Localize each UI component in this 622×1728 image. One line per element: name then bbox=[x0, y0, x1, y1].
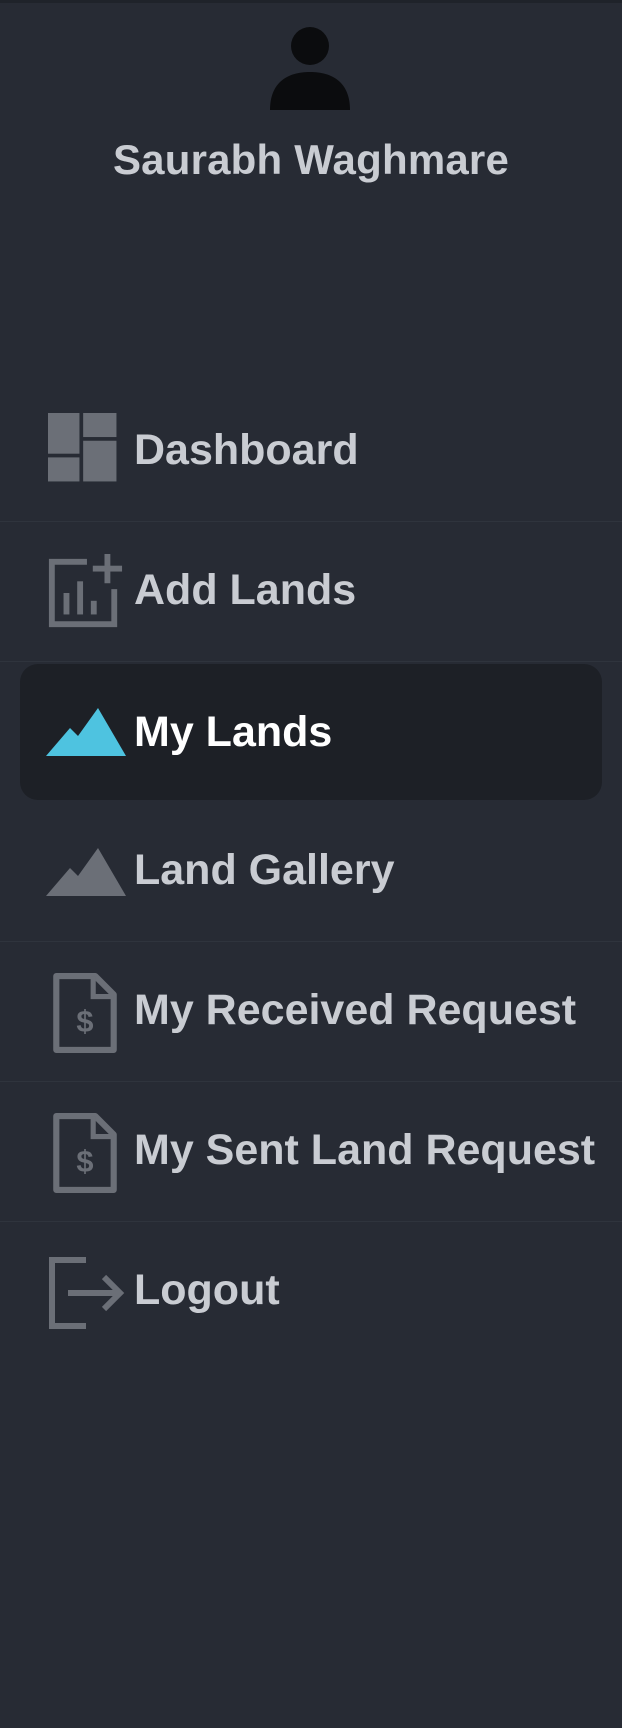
sidebar-item-label: Logout bbox=[134, 1266, 280, 1314]
sidebar-item-label: My Received Request bbox=[134, 986, 577, 1034]
mountain-icon bbox=[46, 708, 126, 756]
svg-text:$: $ bbox=[76, 1143, 93, 1178]
user-icon bbox=[270, 27, 350, 110]
sidebar-item-add-lands[interactable]: Add Lands bbox=[0, 522, 622, 662]
dollar-document-icon: $ bbox=[53, 973, 117, 1053]
sidebar-nav: Dashboard Add Lands My Lands Land Galler… bbox=[0, 382, 622, 1362]
sidebar-item-my-lands[interactable]: My Lands bbox=[20, 664, 602, 800]
svg-text:$: $ bbox=[76, 1003, 93, 1038]
logout-icon bbox=[49, 1257, 125, 1329]
sidebar-item-label: My Sent Land Request bbox=[134, 1126, 596, 1174]
sidebar-item-received-request[interactable]: $ My Received Request bbox=[0, 942, 622, 1082]
sidebar-item-label: My Lands bbox=[134, 708, 333, 756]
sidebar-item-sent-request[interactable]: $ My Sent Land Request bbox=[0, 1082, 622, 1222]
mountain-icon bbox=[46, 848, 126, 896]
user-profile: Saurabh Waghmare bbox=[0, 0, 622, 210]
sidebar-item-logout[interactable]: Logout bbox=[0, 1222, 622, 1362]
sidebar-item-label: Add Lands bbox=[134, 566, 357, 614]
sidebar-item-dashboard[interactable]: Dashboard bbox=[0, 382, 622, 522]
sidebar-item-land-gallery[interactable]: Land Gallery bbox=[0, 802, 622, 942]
sidebar: Saurabh Waghmare Dashboard Add Lands My … bbox=[0, 0, 622, 1728]
sidebar-item-label: Dashboard bbox=[134, 426, 359, 474]
dashboard-icon bbox=[48, 413, 117, 482]
user-name: Saurabh Waghmare bbox=[112, 136, 510, 183]
dollar-document-icon: $ bbox=[53, 1113, 117, 1193]
add-chart-icon bbox=[48, 554, 123, 628]
sidebar-item-label: Land Gallery bbox=[134, 846, 395, 894]
